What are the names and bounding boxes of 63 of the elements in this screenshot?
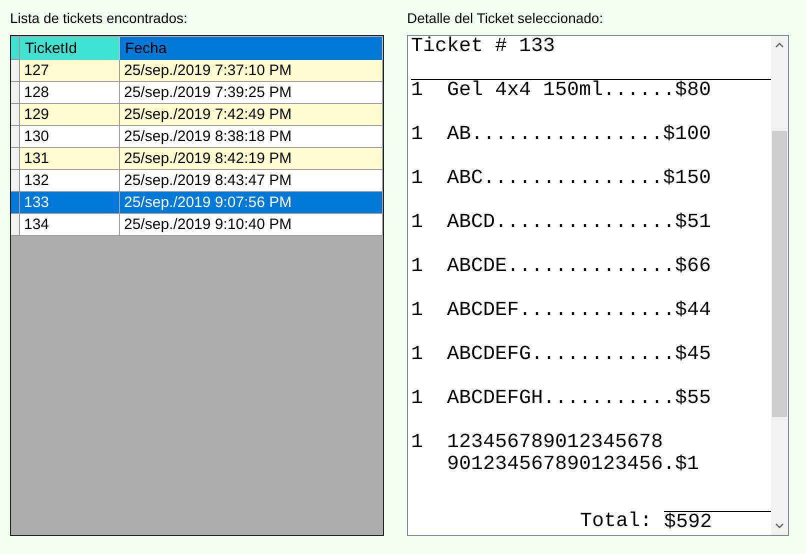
table-row[interactable]: 133 25/sep./2019 9:07:56 PM <box>11 192 383 214</box>
row-header-cell <box>11 170 20 192</box>
table-row[interactable]: 129 25/sep./2019 7:42:49 PM <box>11 104 383 126</box>
scroll-up-icon[interactable] <box>775 42 784 48</box>
ticket-text-box[interactable] <box>407 35 789 536</box>
row-header-cell <box>11 214 20 236</box>
item-line: ABCD...............$51 <box>447 212 712 234</box>
table-row[interactable]: 130 25/sep./2019 8:38:18 PM <box>11 126 383 148</box>
table-row[interactable]: 128 25/sep./2019 7:39:25 PM <box>11 82 383 104</box>
item-line: ABC...............$150 <box>447 168 712 190</box>
table-cell: 25/sep./2019 9:07:56 PM <box>120 192 383 214</box>
row-header-cell <box>11 82 20 104</box>
item-line: ABCDEF.............$44 <box>447 300 712 322</box>
item-quantity: 1 <box>411 124 424 146</box>
table-cell: 25/sep./2019 8:42:19 PM <box>120 148 383 170</box>
table-cell: 25/sep./2019 9:10:40 PM <box>120 214 383 236</box>
scrollbar-thumb[interactable] <box>772 131 787 417</box>
item-quantity: 1 <box>411 212 424 234</box>
table-cell: 134 <box>20 214 120 236</box>
table-row[interactable]: 134 25/sep./2019 9:10:40 PM <box>11 214 383 236</box>
item-quantity: 1 <box>411 300 424 322</box>
item-line: AB................$100 <box>447 124 712 146</box>
total-label: Total: <box>580 511 653 535</box>
table-cell: 25/sep./2019 8:43:47 PM <box>120 170 383 192</box>
table-cell: 25/sep./2019 7:42:49 PM <box>120 104 383 126</box>
table-cell: 131 <box>20 148 120 170</box>
table-cell: 25/sep./2019 7:39:25 PM <box>120 82 383 104</box>
row-header-cell <box>11 37 20 60</box>
table-cell: 129 <box>20 104 120 126</box>
item-line: Gel 4x4 150ml......$80 <box>447 80 712 102</box>
table-cell: 25/sep./2019 8:38:18 PM <box>120 126 383 148</box>
panel-label: Lista de tickets encontrados: <box>10 9 188 28</box>
ticket-title: Ticket # 133 <box>411 36 556 58</box>
row-header-cell <box>11 60 20 82</box>
column-header[interactable]: TicketId <box>20 37 120 60</box>
item-line: ABCDE..............$66 <box>447 256 712 278</box>
item-line: 901234567890123456.$1 <box>447 454 700 476</box>
table-row[interactable]: 132 25/sep./2019 8:43:47 PM <box>11 170 383 192</box>
item-line: 123456789012345678 <box>447 432 664 454</box>
item-line: ABCDEFG............$45 <box>447 344 712 366</box>
item-quantity: 1 <box>411 344 424 366</box>
table-cell: 25/sep./2019 7:37:10 PM <box>120 60 383 82</box>
item-quantity: 1 <box>411 168 424 190</box>
row-header-cell <box>11 126 20 148</box>
table-row[interactable]: 131 25/sep./2019 8:42:19 PM <box>11 148 383 170</box>
item-quantity: 1 <box>411 256 424 278</box>
item-line: ABCDEFGH...........$55 <box>447 388 712 410</box>
table-cell: 133 <box>20 192 120 214</box>
table-cell: 130 <box>20 126 120 148</box>
row-header-cell <box>11 148 20 170</box>
row-header-cell <box>11 192 20 214</box>
table-cell: 128 <box>20 82 120 104</box>
item-quantity: 1 <box>411 80 424 102</box>
table-cell: 132 <box>20 170 120 192</box>
panel-label: Detalle del Ticket seleccionado: <box>407 9 604 28</box>
column-header[interactable]: Fecha <box>120 37 383 60</box>
row-header-cell <box>11 104 20 126</box>
scrollbar[interactable] <box>771 36 788 535</box>
table-row[interactable]: 127 25/sep./2019 7:37:10 PM <box>11 60 383 82</box>
item-quantity: 1 <box>411 388 424 410</box>
table-cell: 127 <box>20 60 120 82</box>
scroll-down-icon[interactable] <box>775 523 784 529</box>
item-quantity: 1 <box>411 432 424 454</box>
